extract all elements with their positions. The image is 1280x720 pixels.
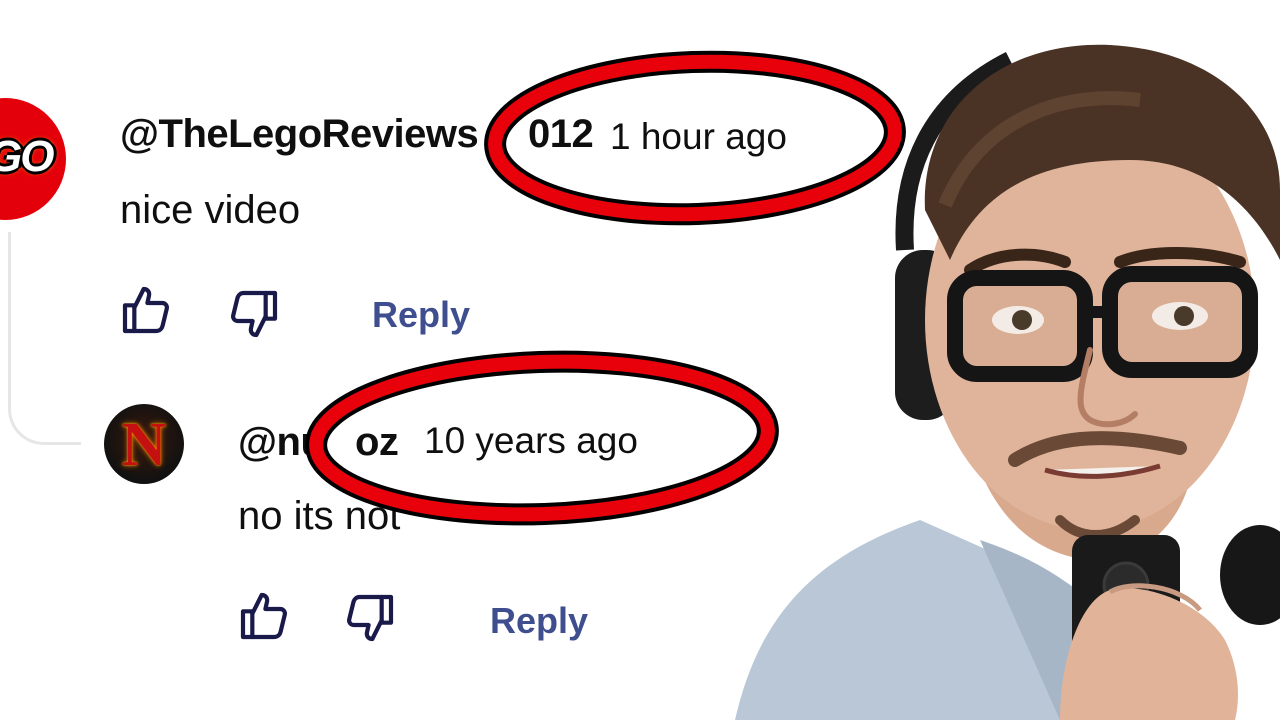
comment-author-suffix[interactable]: 012 <box>528 112 594 157</box>
like-button[interactable] <box>118 282 174 338</box>
thread-connector <box>8 232 81 445</box>
avatar[interactable]: GO <box>0 98 66 220</box>
thumbs-down-icon <box>231 290 278 338</box>
thumbs-up-icon <box>122 286 169 334</box>
comment-author[interactable]: @nu <box>238 420 325 465</box>
avatar[interactable]: N <box>104 404 184 484</box>
reply-button[interactable]: Reply <box>490 600 588 642</box>
comment-text: nice video <box>120 188 301 232</box>
avatar-letter: N <box>121 411 167 479</box>
reply-button[interactable]: Reply <box>372 294 470 336</box>
thumbs-up-icon <box>240 592 287 640</box>
comment-text-part: no its no <box>238 494 390 538</box>
comment-text-part: t <box>389 494 401 538</box>
dislike-button[interactable] <box>342 590 398 646</box>
comment-author-suffix[interactable]: oz <box>355 420 399 465</box>
thumbs-down-icon <box>347 594 394 642</box>
streamer-photo <box>720 29 1280 720</box>
avatar-logo-text: GO <box>0 132 54 181</box>
comment-author[interactable]: @TheLegoReviews <box>120 112 479 157</box>
dislike-button[interactable] <box>226 286 282 342</box>
comment-text: no its not <box>238 494 400 539</box>
like-button[interactable] <box>236 588 292 644</box>
comment-timestamp[interactable]: 10 years ago <box>424 420 638 462</box>
